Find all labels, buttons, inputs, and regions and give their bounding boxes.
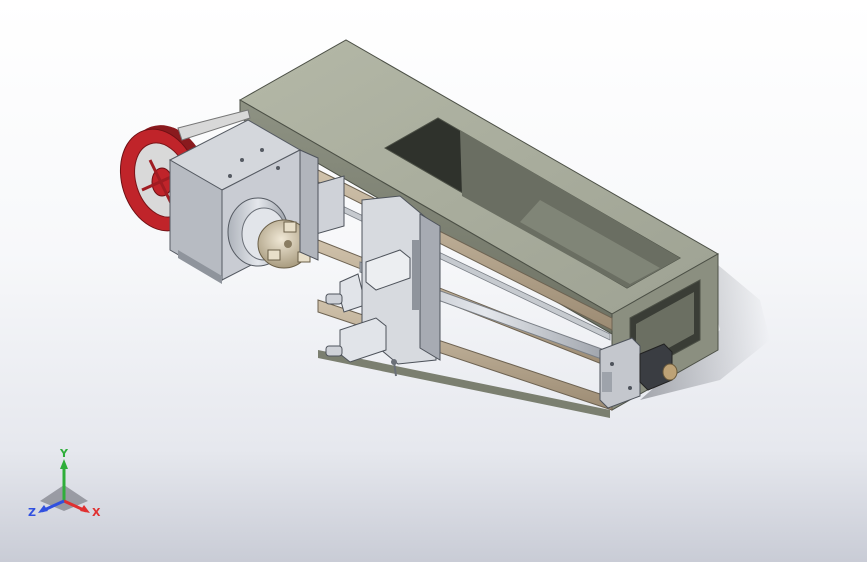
triad-y-arrowhead [60, 459, 68, 469]
chuck-jaw [267, 249, 281, 261]
chuck-center [284, 240, 292, 248]
graphics-viewport[interactable]: Y X Z [0, 0, 867, 562]
carriage-slot [412, 240, 420, 310]
headstock-bolt [240, 158, 244, 162]
chuck-jaw [283, 221, 297, 233]
motor-mount [602, 372, 612, 392]
stepper-motor[interactable] [599, 337, 678, 409]
motor-bracket-bolt [628, 386, 632, 390]
orientation-triad[interactable]: Y X Z [20, 445, 110, 525]
triad-x-arrowhead [80, 505, 90, 513]
triad-z-arrowhead [38, 505, 48, 513]
motor-bracket-bolt [610, 362, 614, 366]
tool-post-upper [339, 273, 363, 313]
triad-z-label: Z [28, 506, 36, 519]
headstock-bolt [276, 166, 280, 170]
headstock-bolt [228, 174, 232, 178]
cad-model-assembly[interactable] [0, 0, 867, 562]
support-column [299, 149, 319, 261]
headstock-bolt [260, 148, 264, 152]
tool-post-lower [339, 317, 387, 363]
carriage-block-top [315, 175, 345, 235]
triad-x-label: X [92, 506, 101, 519]
tool-post-upper-bolt [325, 293, 343, 305]
triad-y-label: Y [59, 447, 69, 460]
tool-post-lower-bolt [325, 345, 343, 357]
motor-shaft-coupler [662, 363, 678, 381]
carriage-side [419, 213, 441, 361]
